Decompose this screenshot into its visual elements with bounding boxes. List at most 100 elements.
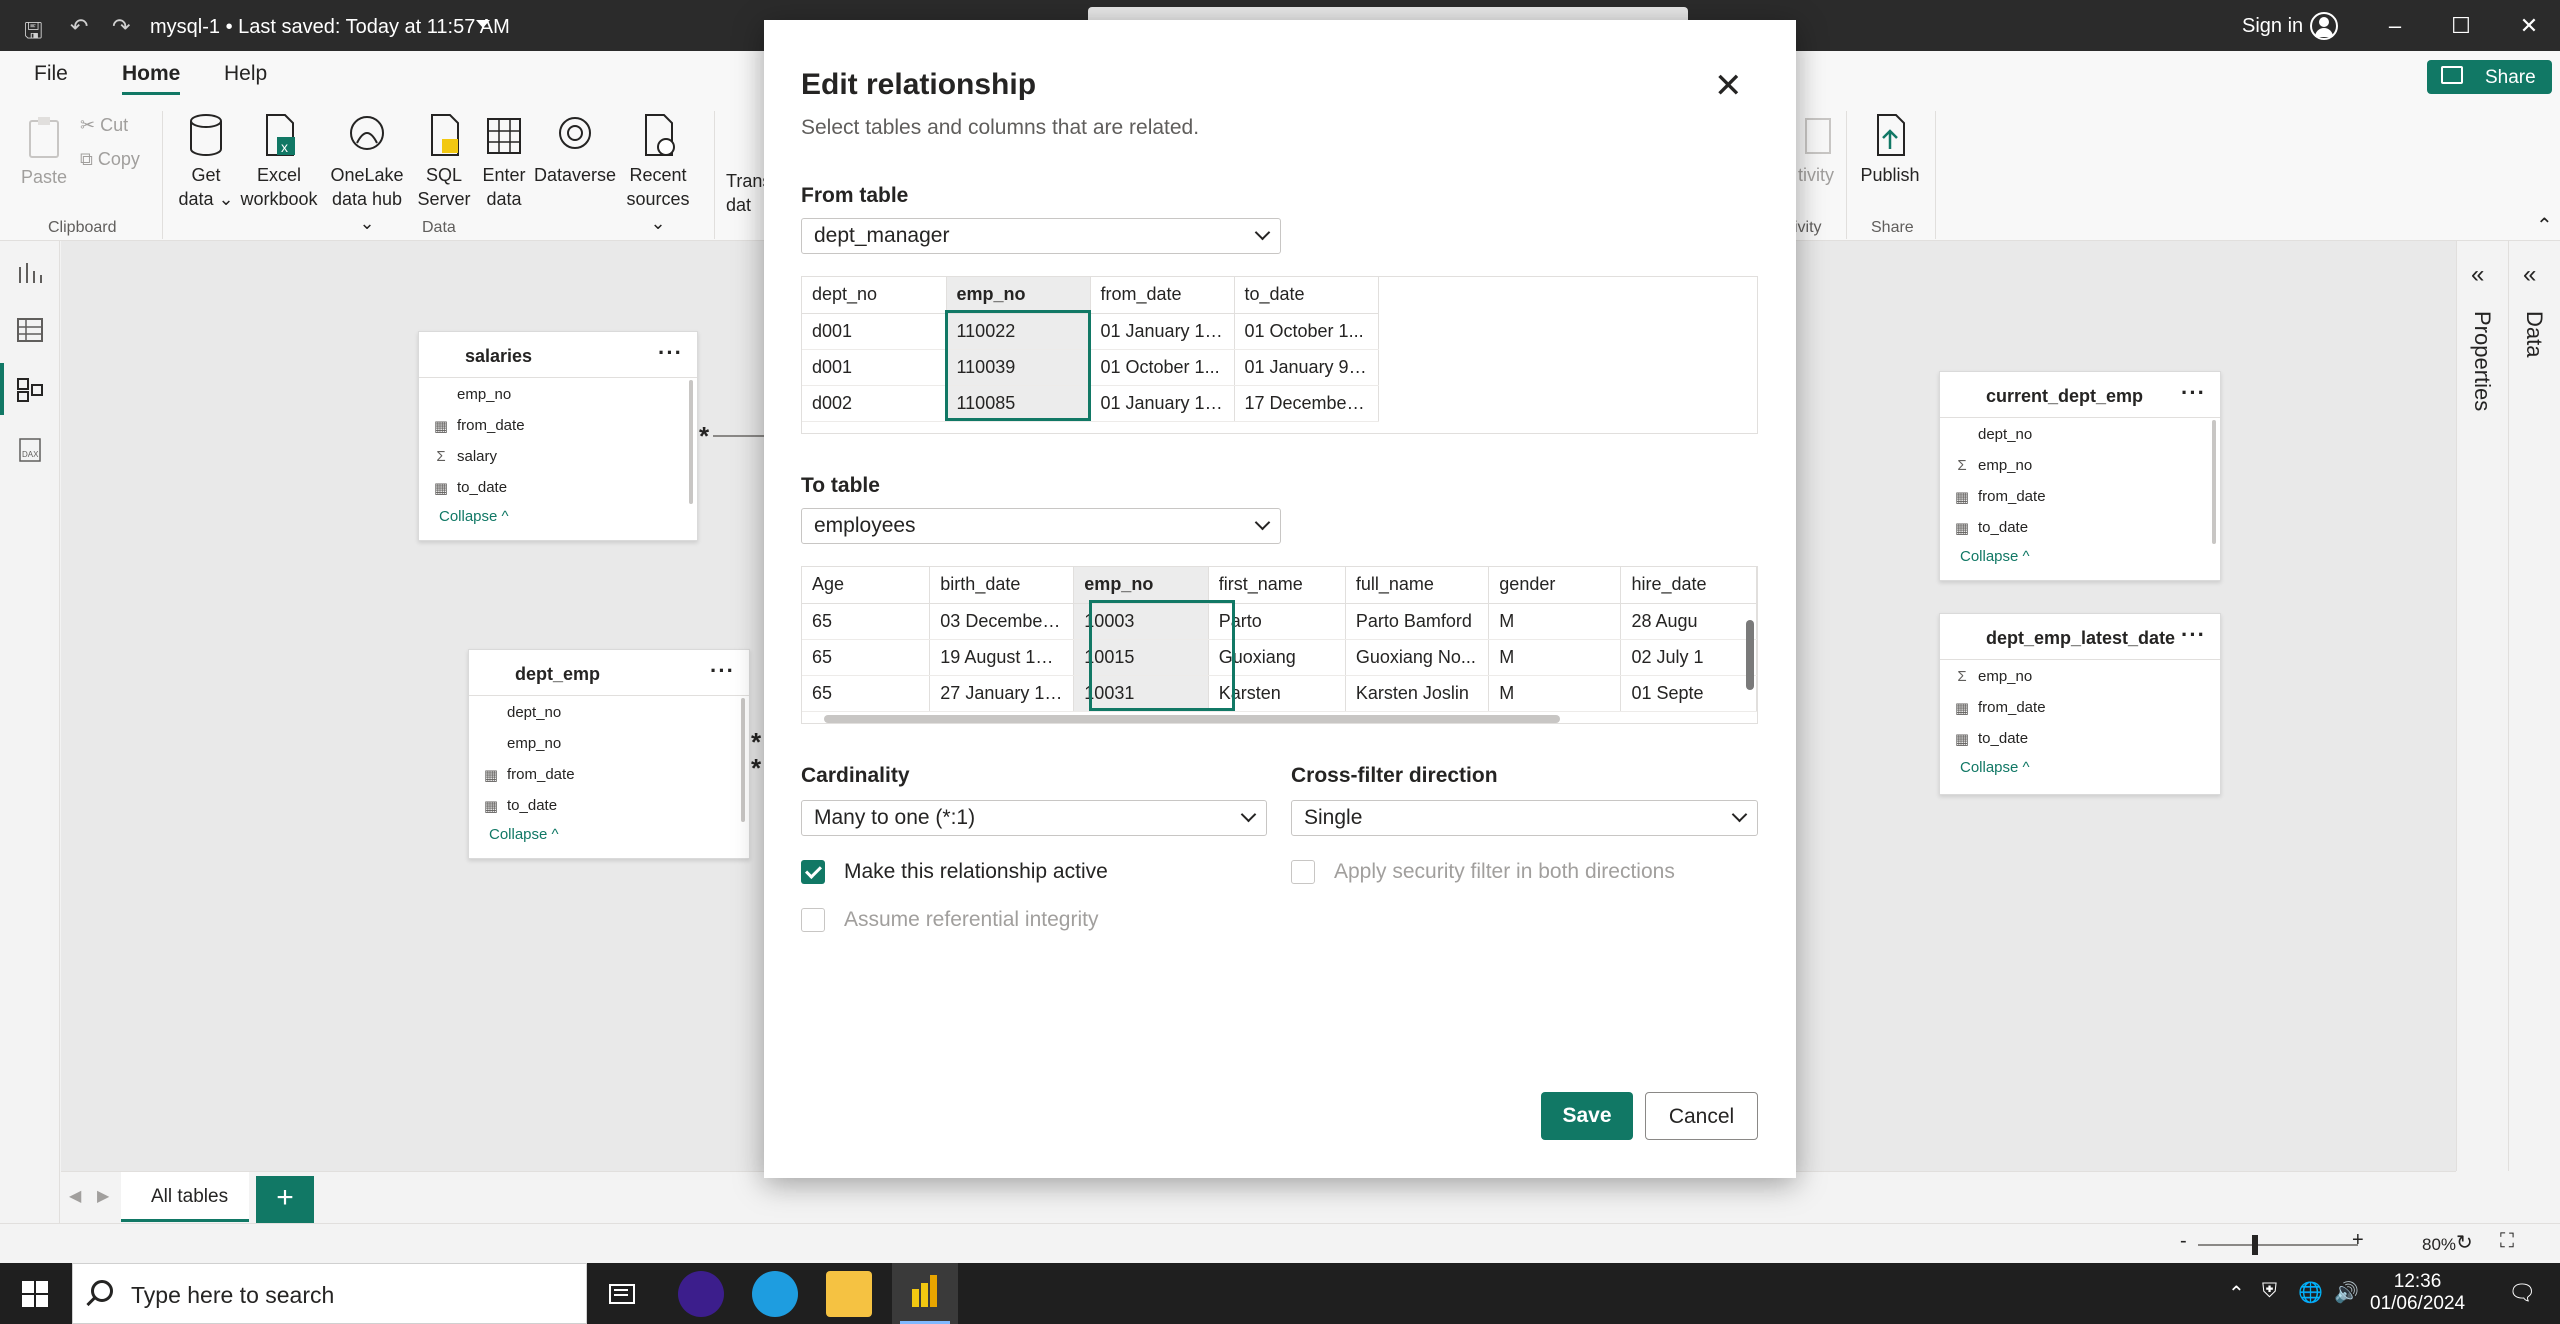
add-layout-button[interactable]: + bbox=[256, 1176, 314, 1224]
table-card-salaries[interactable]: salaries ··· emp_no ▦ from_date Σsalary ▦ t… bbox=[418, 331, 698, 541]
field-row[interactable]: ▦ from_date bbox=[1940, 480, 2220, 511]
share-button[interactable]: Share bbox=[2427, 60, 2552, 94]
minimize-icon[interactable]: – bbox=[2380, 13, 2410, 39]
card-scrollbar[interactable] bbox=[741, 698, 745, 822]
cell[interactable]: 27 January 19... bbox=[929, 675, 1075, 712]
recent-sources-button[interactable]: Recent sources ⌄ bbox=[618, 113, 698, 235]
publish-button[interactable]: Publish bbox=[1858, 113, 1922, 187]
app-icon-purple[interactable] bbox=[678, 1271, 724, 1317]
cell[interactable]: 65 bbox=[802, 639, 931, 676]
copy-button[interactable]: ⧉ Copy bbox=[80, 147, 140, 171]
undo-icon[interactable]: ↶ bbox=[70, 14, 88, 40]
tab-all-tables[interactable]: All tables bbox=[121, 1172, 249, 1222]
scroll-tabs-left-icon[interactable]: ◀ bbox=[69, 1186, 81, 1206]
volume-icon[interactable]: 🔊 bbox=[2334, 1280, 2359, 1305]
cell[interactable]: Parto Bamford bbox=[1345, 603, 1490, 640]
security-filter-label[interactable]: Apply security filter in both directions bbox=[1334, 860, 1675, 884]
field-row[interactable]: ▦ to_date bbox=[1940, 511, 2220, 542]
collapse-link[interactable]: Collapse ^ bbox=[419, 502, 697, 525]
cell[interactable]: 110022 bbox=[946, 313, 1091, 350]
cell[interactable]: Karsten Joslin bbox=[1345, 675, 1490, 712]
from-table-dropdown[interactable]: dept_manager bbox=[801, 218, 1281, 254]
data-pane-collapsed[interactable]: « Data bbox=[2508, 241, 2560, 1171]
vertical-scrollbar[interactable] bbox=[1746, 620, 1754, 690]
cell[interactable]: 01 January 99... bbox=[1234, 349, 1379, 386]
get-data-button[interactable]: Get data ⌄ bbox=[178, 113, 234, 211]
task-view-icon[interactable] bbox=[608, 1281, 636, 1307]
card-scrollbar[interactable] bbox=[689, 380, 693, 504]
taskbar-search-box[interactable]: Type here to search bbox=[72, 1263, 587, 1324]
cell[interactable]: 01 January 19... bbox=[1090, 313, 1235, 350]
card-scrollbar[interactable] bbox=[2212, 420, 2216, 544]
cell[interactable]: 03 December ... bbox=[929, 603, 1075, 640]
cut-button[interactable]: ✂ Cut bbox=[80, 113, 128, 137]
fit-to-page-icon[interactable]: ⛶ bbox=[2500, 1230, 2514, 1253]
more-options-icon[interactable]: ··· bbox=[710, 658, 735, 684]
expand-properties-icon[interactable]: « bbox=[2471, 261, 2484, 289]
file-title[interactable]: mysql-1 • Last saved: Today at 11:57 AM bbox=[150, 16, 510, 39]
collapse-ribbon-icon[interactable]: ⌃ bbox=[2536, 213, 2553, 238]
maximize-icon[interactable]: ☐ bbox=[2446, 13, 2476, 39]
paste-button[interactable]: Paste bbox=[16, 115, 72, 189]
cell[interactable]: d001 bbox=[802, 313, 947, 350]
cell[interactable]: d002 bbox=[802, 385, 947, 422]
to-table-preview[interactable]: Age birth_date emp_no first_name full_na… bbox=[801, 566, 1758, 724]
properties-pane-label[interactable]: Properties bbox=[2469, 311, 2495, 411]
data-pane-label[interactable]: Data bbox=[2521, 311, 2547, 357]
zoom-slider-thumb[interactable] bbox=[2252, 1235, 2258, 1255]
tab-file[interactable]: File bbox=[34, 62, 68, 86]
cardinality-dropdown[interactable]: Many to one (*:1) bbox=[801, 800, 1267, 836]
cell[interactable]: 01 Septe bbox=[1620, 675, 1757, 712]
cell[interactable]: Parto bbox=[1208, 603, 1346, 640]
column-header[interactable]: first_name bbox=[1208, 567, 1346, 604]
cell[interactable]: 10031 bbox=[1073, 675, 1209, 712]
cell[interactable]: 19 August 1959 bbox=[929, 639, 1075, 676]
more-options-icon[interactable]: ··· bbox=[2181, 380, 2206, 406]
cell[interactable]: M bbox=[1488, 639, 1622, 676]
column-header-selected[interactable]: emp_no bbox=[1073, 567, 1209, 604]
column-header[interactable]: dept_no bbox=[802, 277, 947, 314]
reset-zoom-icon[interactable]: ↻ bbox=[2456, 1230, 2473, 1255]
notifications-icon[interactable]: 🗨 bbox=[2508, 1280, 2536, 1306]
column-header-selected[interactable]: emp_no bbox=[946, 277, 1091, 314]
field-row[interactable]: ▦ from_date bbox=[419, 409, 697, 440]
show-hidden-icons[interactable]: ⌃ bbox=[2228, 1281, 2245, 1306]
column-header[interactable]: birth_date bbox=[929, 567, 1075, 604]
make-active-label[interactable]: Make this relationship active bbox=[844, 860, 1108, 884]
field-row[interactable]: ▦ from_date bbox=[1940, 691, 2220, 722]
field-row[interactable]: emp_no bbox=[419, 378, 697, 409]
enter-data-button[interactable]: Enter data bbox=[478, 113, 530, 211]
save-icon[interactable]: 🖫 bbox=[24, 14, 43, 52]
more-options-icon[interactable]: ··· bbox=[2181, 622, 2206, 648]
onelake-data-hub-button[interactable]: OneLake data hub ⌄ bbox=[326, 113, 408, 235]
zoom-slider-track[interactable] bbox=[2198, 1244, 2358, 1246]
field-row[interactable]: ▦ from_date bbox=[469, 758, 749, 789]
from-table-preview[interactable]: dept_no emp_no from_date to_date d001 11… bbox=[801, 276, 1758, 434]
close-window-icon[interactable]: ✕ bbox=[2514, 13, 2544, 39]
column-header[interactable]: from_date bbox=[1090, 277, 1235, 314]
table-view-icon[interactable] bbox=[16, 317, 44, 343]
cell[interactable]: 17 December ... bbox=[1234, 385, 1379, 422]
cell[interactable]: 28 Augu bbox=[1620, 603, 1757, 640]
cell[interactable]: 02 July 1 bbox=[1620, 639, 1757, 676]
cell[interactable]: 110039 bbox=[946, 349, 1091, 386]
field-row[interactable]: ▦ to_date bbox=[419, 471, 697, 502]
model-view-icon[interactable] bbox=[16, 377, 44, 403]
field-row[interactable]: Σemp_no bbox=[1940, 449, 2220, 480]
cell[interactable]: 10003 bbox=[1073, 603, 1209, 640]
taskbar-clock[interactable]: 12:36 01/06/2024 bbox=[2370, 1271, 2465, 1315]
cell[interactable]: d001 bbox=[802, 349, 947, 386]
account-icon[interactable] bbox=[2310, 12, 2338, 40]
sign-in-link[interactable]: Sign in bbox=[2242, 15, 2303, 38]
cross-filter-dropdown[interactable]: Single bbox=[1291, 800, 1758, 836]
file-explorer-icon[interactable] bbox=[826, 1271, 872, 1317]
column-header[interactable]: gender bbox=[1488, 567, 1622, 604]
sql-server-button[interactable]: SQL Server bbox=[414, 113, 474, 211]
make-active-checkbox[interactable] bbox=[801, 860, 825, 884]
power-bi-taskbar-button[interactable] bbox=[892, 1263, 958, 1324]
table-card-current-dept-emp[interactable]: current_dept_emp ··· dept_no Σemp_no ▦ fro… bbox=[1939, 371, 2221, 581]
edge-browser-icon[interactable] bbox=[752, 1271, 798, 1317]
zoom-level[interactable]: 80% bbox=[2422, 1235, 2456, 1255]
cell[interactable]: 01 January 19... bbox=[1090, 385, 1235, 422]
zoom-in-icon[interactable]: + bbox=[2352, 1229, 2364, 1252]
